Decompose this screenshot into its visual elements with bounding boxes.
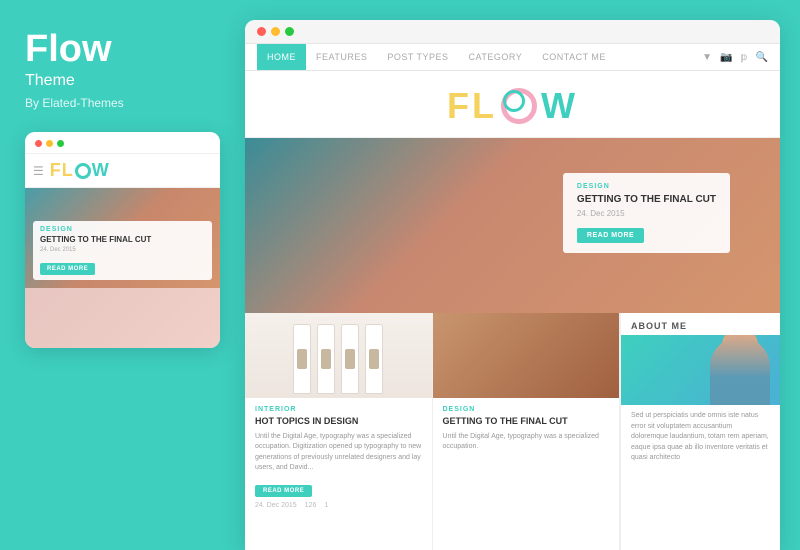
nav-item-category[interactable]: CATEGORY bbox=[459, 44, 533, 70]
phone-second-card bbox=[25, 288, 220, 348]
left-panel: Flow Theme By Elated-Themes ☰ FL W DESIGN… bbox=[0, 0, 245, 550]
phone-date: 24. Dec 2015 bbox=[40, 247, 205, 253]
sidebar-avatar-image bbox=[621, 335, 780, 405]
logo-w: W bbox=[92, 160, 110, 181]
phone-logo: FL W bbox=[50, 160, 110, 181]
nav-item-post-types[interactable]: POST TYPES bbox=[377, 44, 458, 70]
nav-social-2-icon: 📷 bbox=[720, 52, 732, 63]
desktop-nav: HOME FEATURES POST TYPES CATEGORY CONTAC… bbox=[245, 44, 780, 71]
phone-top-bar bbox=[25, 132, 220, 154]
post-1-body: INTERIOR HOT TOPICS IN DESIGN Until the … bbox=[245, 398, 432, 550]
post-card-1: INTERIOR HOT TOPICS IN DESIGN Until the … bbox=[245, 313, 433, 550]
nav-social-3-icon: 𝕡 bbox=[740, 52, 747, 63]
post-card-2: DESIGN GETTING TO THE FINAL CUT Until th… bbox=[433, 313, 621, 550]
hero-section: DESIGN GETTING TO THE FINAL CUT 24. Dec … bbox=[245, 138, 780, 313]
phone-hero-content: DESIGN GETTING TO THE FINAL CUT 24. Dec … bbox=[33, 221, 212, 280]
site-logo-fl: FL bbox=[447, 85, 497, 127]
phone-mockup: ☰ FL W DESIGN GETTING TO THE FINAL CUT 24… bbox=[25, 132, 220, 348]
logo-o-icon bbox=[75, 163, 91, 179]
logo-f: FL bbox=[50, 160, 74, 181]
bottle-1 bbox=[293, 324, 311, 394]
site-logo-o-inner bbox=[503, 90, 525, 112]
post-1-views: 126 bbox=[305, 502, 317, 509]
nav-item-home[interactable]: HOME bbox=[257, 44, 306, 70]
post-1-read-more-button[interactable]: READ MORE bbox=[255, 485, 312, 497]
desktop-dot-green bbox=[285, 27, 294, 36]
bottle-2 bbox=[317, 324, 335, 394]
dot-green-icon bbox=[57, 140, 64, 147]
post-thumb-2 bbox=[433, 313, 620, 398]
sidebar-bio-text: Sed ut perspiciatis unde omnis iste natu… bbox=[621, 405, 780, 470]
post-1-meta: 24. Dec 2015 126 1 bbox=[255, 502, 422, 509]
phone-nav: ☰ FL W bbox=[25, 154, 220, 188]
desktop-dot-yellow bbox=[271, 27, 280, 36]
nav-icons: ▼ 📷 𝕡 🔍 bbox=[702, 52, 768, 63]
post-1-title: HOT TOPICS IN DESIGN bbox=[255, 416, 422, 428]
site-logo-w: W bbox=[541, 85, 578, 127]
hero-read-more-button[interactable]: READ MORE bbox=[577, 228, 644, 243]
post-1-comments: 1 bbox=[324, 502, 328, 509]
nav-social-1-icon: ▼ bbox=[702, 52, 712, 63]
phone-category-tag: DESIGN bbox=[40, 226, 205, 233]
desktop-dot-red bbox=[257, 27, 266, 36]
post-2-excerpt: Until the Digital Age, typography was a … bbox=[443, 432, 610, 453]
hamburger-icon: ☰ bbox=[33, 164, 44, 178]
dot-yellow-icon bbox=[46, 140, 53, 147]
posts-area: INTERIOR HOT TOPICS IN DESIGN Until the … bbox=[245, 313, 780, 550]
site-logo: FL W bbox=[447, 85, 578, 127]
brand-subtitle: Theme bbox=[25, 72, 75, 90]
bottle-3 bbox=[341, 324, 359, 394]
post-1-date: 24. Dec 2015 bbox=[255, 502, 297, 509]
phone-post-title: GETTING TO THE FINAL CUT bbox=[40, 235, 205, 245]
post-2-body: DESIGN GETTING TO THE FINAL CUT Until th… bbox=[433, 398, 620, 550]
post-1-excerpt: Until the Digital Age, typography was a … bbox=[255, 432, 422, 474]
bottle-4 bbox=[365, 324, 383, 394]
brand-author: By Elated-Themes bbox=[25, 96, 124, 110]
hero-overlay-card: DESIGN GETTING TO THE FINAL CUT 24. Dec … bbox=[563, 173, 730, 253]
nav-item-features[interactable]: FEATURES bbox=[306, 44, 377, 70]
brand-title: Flow bbox=[25, 30, 112, 68]
phone-read-more-button[interactable]: READ MORE bbox=[40, 263, 95, 275]
desktop-top-bar bbox=[245, 20, 780, 44]
dot-red-icon bbox=[35, 140, 42, 147]
phone-hero-image: DESIGN GETTING TO THE FINAL CUT 24. Dec … bbox=[25, 188, 220, 288]
post-thumb-1 bbox=[245, 313, 432, 398]
site-logo-area: FL W bbox=[245, 71, 780, 138]
hero-date: 24. Dec 2015 bbox=[577, 209, 716, 218]
nav-item-contact[interactable]: CONTACT ME bbox=[532, 44, 616, 70]
desktop-mockup: HOME FEATURES POST TYPES CATEGORY CONTAC… bbox=[245, 20, 780, 550]
avatar-body bbox=[710, 337, 770, 405]
hero-tag: DESIGN bbox=[577, 183, 716, 190]
site-logo-o-wrap bbox=[499, 86, 539, 126]
post-1-tag: INTERIOR bbox=[255, 406, 422, 413]
post-2-tag: DESIGN bbox=[443, 406, 610, 413]
sidebar-about: ABOUT ME Sed ut perspiciatis unde omnis … bbox=[620, 313, 780, 550]
post-2-title: GETTING TO THE FINAL CUT bbox=[443, 416, 610, 428]
nav-search-icon[interactable]: 🔍 bbox=[756, 52, 768, 63]
hero-title: GETTING TO THE FINAL CUT bbox=[577, 193, 716, 206]
sidebar-header: ABOUT ME bbox=[621, 313, 780, 335]
